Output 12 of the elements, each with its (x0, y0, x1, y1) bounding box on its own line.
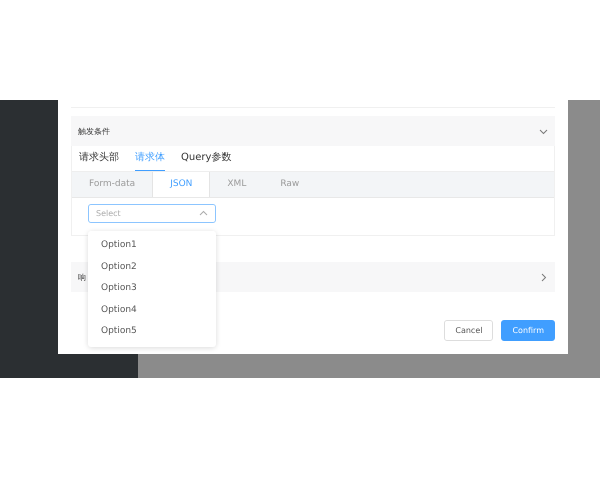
chevron-icon (539, 272, 548, 282)
section-title: 触发条件 (78, 126, 110, 136)
chevron-icon (199, 209, 208, 218)
request-tab[interactable]: Query参数 (181, 146, 232, 171)
chevron-icon (539, 126, 548, 136)
dropdown-option[interactable]: Option5 (88, 321, 216, 343)
request-tab[interactable]: 请求头部 (79, 146, 119, 171)
dropdown-option[interactable]: Option4 (88, 300, 216, 322)
cancel-button[interactable]: Cancel (444, 320, 494, 341)
dropdown-option[interactable]: Option1 (88, 235, 216, 257)
section-title: 响 (78, 272, 86, 282)
collapse-header[interactable]: 触发条件 (71, 116, 555, 146)
